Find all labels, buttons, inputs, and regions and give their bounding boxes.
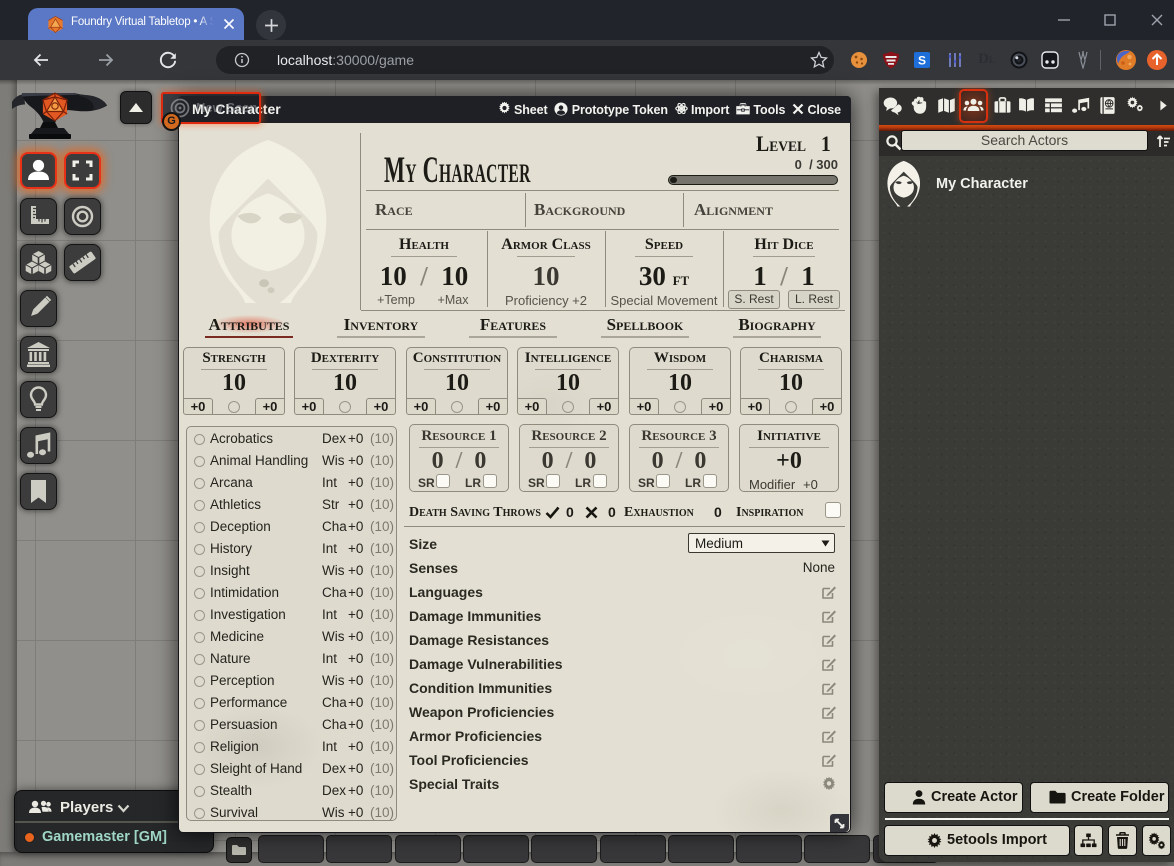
svg-text:S: S (918, 54, 926, 68)
